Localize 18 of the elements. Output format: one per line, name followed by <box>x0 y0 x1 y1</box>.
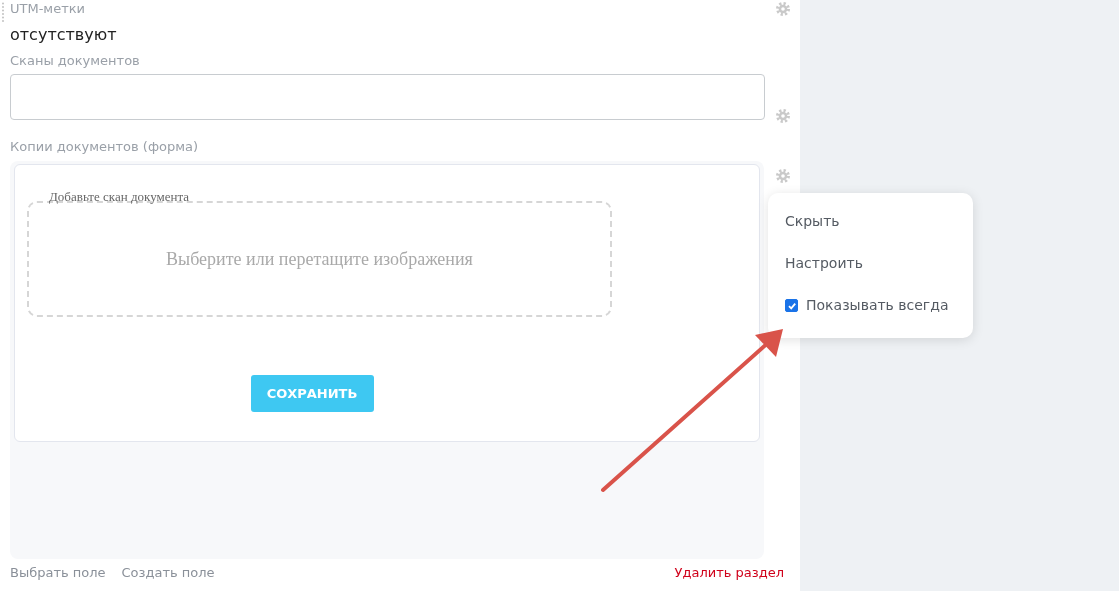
dropzone-prompt: Выберите или перетащите изображения <box>166 248 473 270</box>
settings-icon[interactable] <box>774 168 791 184</box>
checkbox-label: Показывать всегда <box>806 296 949 315</box>
footer-link[interactable]: Создать поле <box>121 565 215 581</box>
menu-item[interactable]: Скрыть <box>785 212 973 231</box>
field-label: Сканы документов <box>10 52 141 69</box>
footer-link[interactable]: Выбрать поле <box>10 565 106 581</box>
field-label: Копии документов (форма) <box>10 138 200 155</box>
input-field[interactable] <box>10 74 765 120</box>
settings-icon[interactable] <box>774 1 791 17</box>
drag-handle-icon[interactable] <box>1 0 5 22</box>
save-button[interactable]: СОХРАНИТЬ <box>250 375 374 412</box>
menu-item[interactable]: Настроить <box>785 254 973 273</box>
delete-section-link[interactable]: Удалить раздел <box>674 565 784 581</box>
settings-icon[interactable] <box>774 108 791 124</box>
field-label: UTM-метки <box>10 0 87 17</box>
checkbox[interactable] <box>785 299 798 312</box>
field-value: отсутствуют <box>10 25 118 45</box>
